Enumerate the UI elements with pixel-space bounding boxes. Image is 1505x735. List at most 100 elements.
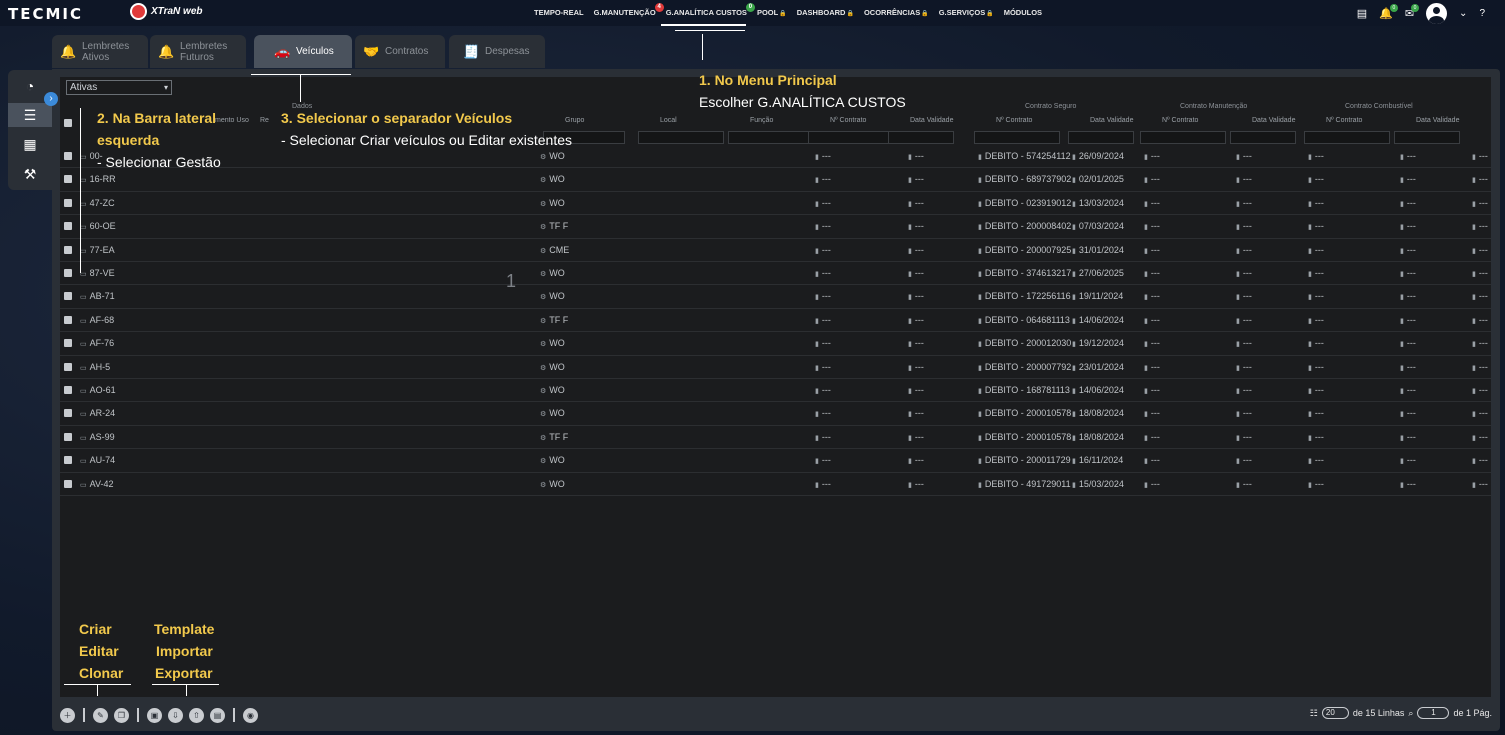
menu-item[interactable]: OCORRÊNCIAS🔒 — [864, 8, 929, 17]
column-filter-input[interactable] — [1230, 131, 1296, 144]
column-header[interactable]: Data Validade — [1252, 117, 1295, 124]
empty-cell-text: --- — [1406, 408, 1416, 419]
row-checkbox[interactable] — [64, 269, 72, 277]
row-checkbox[interactable] — [64, 432, 72, 441]
sidebar-expand-icon[interactable]: › — [44, 92, 58, 106]
row-checkbox[interactable] — [64, 362, 72, 371]
menu-item[interactable]: G.SERVIÇOS🔒 — [939, 8, 994, 17]
tab-despesas[interactable]: 🧾 Despesas — [449, 35, 545, 68]
column-header[interactable]: Data Validade — [910, 117, 953, 124]
table-row[interactable]: ▭ 77-EA ⚙ CME ▮ --- ▮ --- ▮ DEBITO - 200007925 ▮ 31… — [60, 239, 1491, 262]
empty-cell: ▮ --- — [1472, 385, 1488, 395]
clone-button[interactable]: ❐ — [114, 707, 129, 723]
row-checkbox[interactable] — [64, 409, 72, 418]
export-button[interactable]: ⇧ — [189, 707, 204, 723]
tab-lembretes-futuros[interactable]: 🔔 Lembretes Futuros — [150, 35, 246, 68]
export-excel-button[interactable]: ▤ — [210, 707, 225, 723]
tab-contratos[interactable]: 🤝 Contratos — [355, 35, 445, 68]
menu-item[interactable]: G.MANUTENÇÃO 4 — [594, 3, 664, 17]
row-checkbox[interactable] — [64, 175, 72, 184]
table-row[interactable]: ▭ AF-76 ⚙ WO ▮ --- ▮ --- ▮ DEBITO - 200012030 ▮ 19/… — [60, 332, 1491, 356]
column-filter-input[interactable] — [728, 131, 814, 144]
cell-icon: ▮ — [1308, 294, 1312, 302]
annotation-line — [80, 108, 81, 273]
row-checkbox[interactable] — [64, 292, 72, 301]
tab-lembretes-ativos[interactable]: 🔔 Lembretes Ativos — [52, 35, 148, 68]
table-row[interactable]: ▭ AH-5 ⚙ WO ▮ --- ▮ --- ▮ DEBITO - 200007792 ▮ 23/0… — [60, 356, 1491, 379]
help-icon[interactable]: ? — [1479, 8, 1485, 19]
column-filter-input[interactable] — [974, 131, 1060, 144]
gestao-server-icon[interactable]: ☰ — [8, 103, 52, 127]
table-row[interactable]: ▭ 00- ⚙ WO ▮ --- ▮ --- ▮ DEBITO - 574254112 ▮ 26/09… — [60, 145, 1491, 169]
row-checkbox[interactable] — [64, 339, 72, 348]
table-row[interactable]: ▭ AO-61 ⚙ WO ▮ --- ▮ --- ▮ DEBITO - 168781113 ▮ 14/… — [60, 379, 1491, 403]
row-checkbox[interactable] — [64, 152, 72, 160]
column-header[interactable]: Re — [260, 117, 269, 124]
table-row[interactable]: ▭ AV-42 ⚙ WO ▮ --- ▮ --- ▮ DEBITO - 491729011 ▮ 15/… — [60, 473, 1491, 496]
table-row[interactable]: ▭ 87-VE ⚙ WO ▮ --- ▮ --- ▮ DEBITO - 374613217 ▮ 27/… — [60, 262, 1491, 286]
import-button[interactable]: ⇩ — [168, 707, 183, 723]
group-cell: ⚙ WO — [540, 385, 565, 395]
status-filter-select[interactable]: Ativas ▾ — [66, 80, 172, 95]
notification-bell-icon[interactable]: 🔔 0 — [1379, 4, 1398, 20]
column-header[interactable]: Nº Contrato — [1326, 117, 1362, 124]
column-header[interactable]: Nº Contrato — [830, 117, 866, 124]
report-icon[interactable]: ▦ — [16, 132, 44, 156]
column-header[interactable]: Nº Contrato — [996, 117, 1032, 124]
column-filter-input[interactable] — [808, 131, 894, 144]
xtran-logo[interactable]: XTraN web — [130, 3, 203, 20]
table-row[interactable]: ▭ 47-ZC ⚙ WO ▮ --- ▮ --- ▮ DEBITO - 023919012 ▮ 13/… — [60, 192, 1491, 216]
row-checkbox[interactable] — [64, 315, 72, 324]
table-row[interactable]: ▭ AU-74 ⚙ WO ▮ --- ▮ --- ▮ DEBITO - 200011729 ▮ 16/… — [60, 449, 1491, 473]
column-header[interactable]: Local — [660, 117, 677, 124]
tab-veiculos[interactable]: 🚗 Veículos — [254, 35, 352, 68]
row-checkbox[interactable] — [64, 479, 72, 488]
table-row[interactable]: ▭ AF-68 ⚙ TF F ▮ --- ▮ --- ▮ DEBITO - 064681113 ▮ 1… — [60, 309, 1491, 333]
document-icon[interactable]: ▤ — [1357, 7, 1367, 20]
row-checkbox[interactable] — [64, 245, 72, 254]
table-row[interactable]: ▭ 16-RR ⚙ WO ▮ --- ▮ --- ▮ DEBITO - 689737902 ▮ 02/… — [60, 168, 1491, 192]
column-header[interactable]: Data Validade — [1090, 117, 1133, 124]
table-row[interactable]: ▭ AB-71 ⚙ WO ▮ --- ▮ --- ▮ DEBITO - 172256116 ▮ 19/… — [60, 285, 1491, 309]
pie-chart-icon[interactable]: ◔ — [16, 74, 44, 98]
tools-icon[interactable]: ⚒ — [16, 162, 44, 186]
rows-per-page-select[interactable]: 20 — [1321, 707, 1349, 719]
menu-item[interactable]: DASHBOARD🔒 — [797, 8, 854, 17]
column-header[interactable]: Data Validade — [1416, 117, 1459, 124]
table-row[interactable]: ▭ 60-OE ⚙ TF F ▮ --- ▮ --- ▮ DEBITO - 200008402 ▮ 0… — [60, 215, 1491, 239]
empty-cell-text: --- — [1406, 244, 1416, 255]
menu-item[interactable]: MÓDULOS — [1004, 8, 1042, 17]
chevron-down-icon[interactable]: ⌄ — [1459, 8, 1467, 19]
column-filter-input[interactable] — [1304, 131, 1390, 144]
create-button[interactable]: ＋ — [60, 707, 75, 723]
row-checkbox[interactable] — [64, 222, 72, 231]
template-button[interactable]: ▣ — [147, 707, 162, 723]
row-checkbox[interactable] — [64, 198, 72, 207]
column-filter-input[interactable] — [888, 131, 954, 144]
menu-item[interactable]: POOL🔒 — [757, 8, 787, 17]
table-row[interactable]: ▭ AR-24 ⚙ WO ▮ --- ▮ --- ▮ DEBITO - 200010578 ▮ 18/… — [60, 402, 1491, 426]
menu-item[interactable]: TEMPO-REAL — [534, 8, 584, 17]
column-filter-input[interactable] — [638, 131, 724, 144]
column-header[interactable]: mento Uso — [215, 117, 249, 124]
tecmic-logo[interactable]: TECMIC — [8, 5, 83, 23]
column-filter-input[interactable] — [1140, 131, 1226, 144]
list-settings-icon[interactable]: ☷ — [1310, 708, 1318, 719]
column-filter-input[interactable] — [1068, 131, 1134, 144]
row-checkbox[interactable] — [64, 456, 72, 465]
column-filter-input[interactable] — [1394, 131, 1460, 144]
column-header[interactable]: Função — [750, 117, 773, 124]
column-header[interactable]: Nº Contrato — [1162, 117, 1198, 124]
row-checkbox[interactable] — [64, 386, 72, 394]
menu-item[interactable]: G.ANALÍTICA CUSTOS 0 — [666, 3, 755, 17]
page-input[interactable]: 1 — [1417, 707, 1450, 719]
search-icon[interactable]: ⌕ — [1408, 708, 1413, 719]
mail-icon[interactable]: ✉ 0 — [1405, 4, 1420, 20]
table-row[interactable]: ▭ AS-99 ⚙ TF F ▮ --- ▮ --- ▮ DEBITO - 200010578 ▮ 1… — [60, 426, 1491, 450]
edit-button[interactable]: ✎ — [93, 707, 108, 723]
cell-icon: ▭ — [80, 294, 87, 302]
select-all-checkbox[interactable] — [64, 119, 72, 127]
column-header[interactable]: Grupo — [565, 117, 584, 124]
view-button[interactable]: ◉ — [243, 707, 258, 723]
user-avatar[interactable] — [1426, 3, 1448, 24]
